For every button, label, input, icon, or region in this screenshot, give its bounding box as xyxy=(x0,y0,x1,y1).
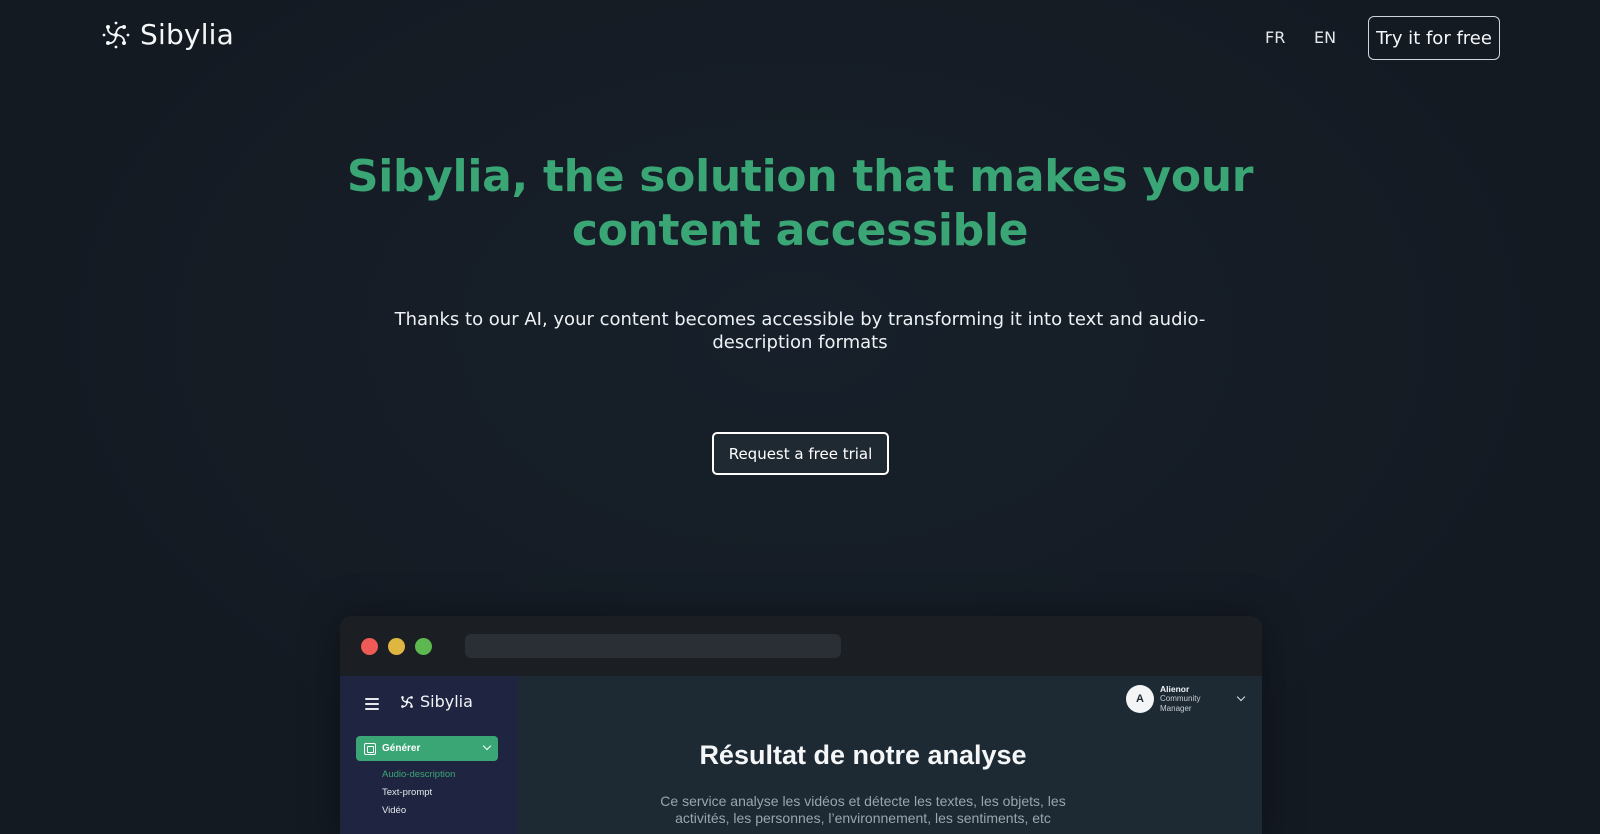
generate-label: Générer xyxy=(382,743,421,754)
address-bar xyxy=(465,634,841,658)
analysis-description: Ce service analyse les vidéos et détecte… xyxy=(660,793,1066,826)
chevron-down-icon xyxy=(1236,692,1246,702)
sibylia-logo-icon xyxy=(102,21,130,48)
landing-page: Sibylia FR EN Try it for free Sibylia, t… xyxy=(0,0,1600,834)
hero-subtitle: Thanks to our AI, your content becomes a… xyxy=(394,309,1206,353)
window-minimize-dot xyxy=(388,638,405,655)
site-header: Sibylia FR EN Try it for free xyxy=(0,0,1600,76)
sibylia-logo-icon xyxy=(401,695,413,708)
window-title-bar xyxy=(340,616,1262,676)
user-name: Alienor xyxy=(1160,684,1190,694)
window-close-dot xyxy=(361,638,378,655)
sidebar-brand-name: Sibylia xyxy=(420,692,473,711)
chevron-down-icon xyxy=(482,741,492,751)
user-menu[interactable]: A Alienor Community Manager xyxy=(1126,684,1246,714)
app-main-panel: A Alienor Community Manager Résultat de … xyxy=(518,676,1262,834)
sidebar-item-text-prompt[interactable]: Text-prompt xyxy=(382,787,432,798)
sidebar-item-video[interactable]: Vidéo xyxy=(382,805,406,816)
user-role: Community Manager xyxy=(1160,694,1201,713)
avatar: A xyxy=(1126,685,1154,713)
hamburger-menu-icon[interactable] xyxy=(365,698,379,710)
window-maximize-dot xyxy=(415,638,432,655)
brand-logo[interactable]: Sibylia xyxy=(100,18,234,51)
sidebar-brand: Sibylia xyxy=(398,692,473,711)
library-icon xyxy=(364,742,376,755)
generate-dropdown-button[interactable]: Générer xyxy=(356,736,498,761)
language-fr-link[interactable]: FR xyxy=(1265,28,1285,47)
request-free-trial-button[interactable]: Request a free trial xyxy=(712,432,889,475)
app-preview-window: Sibylia Générer Audio-description Text-p… xyxy=(340,616,1262,834)
analysis-title: Résultat de notre analyse xyxy=(699,740,1027,770)
hero-title: Sibylia, the solution that makes your co… xyxy=(346,151,1254,256)
sidebar-item-audio-description[interactable]: Audio-description xyxy=(382,769,455,780)
try-for-free-button[interactable]: Try it for free xyxy=(1368,16,1500,60)
language-en-link[interactable]: EN xyxy=(1314,28,1336,47)
user-info: Alienor Community Manager xyxy=(1160,684,1224,714)
brand-name: Sibylia xyxy=(140,18,235,51)
app-sidebar: Sibylia Générer Audio-description Text-p… xyxy=(340,676,518,834)
